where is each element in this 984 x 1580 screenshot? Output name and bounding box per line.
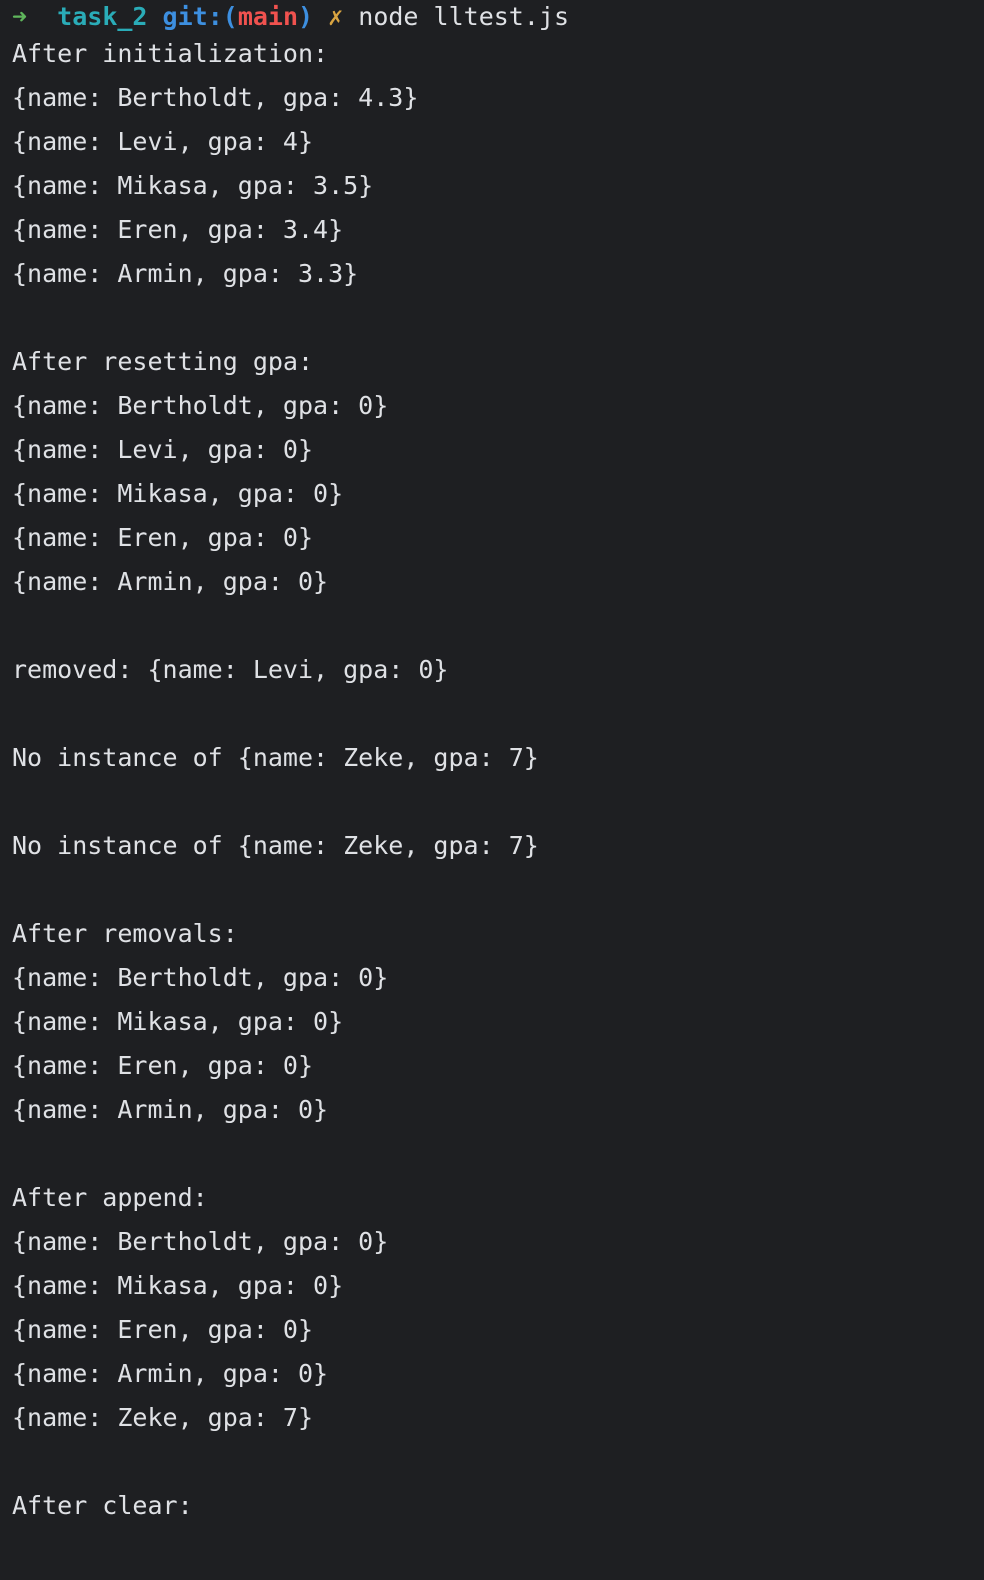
output-line: {name: Bertholdt, gpa: 0} xyxy=(12,963,389,992)
output-line: {name: Bertholdt, gpa: 4.3} xyxy=(12,83,419,112)
output-line: {name: Armin, gpa: 3.3} xyxy=(12,259,359,288)
output-line: {name: Mikasa, gpa: 0} xyxy=(12,479,344,508)
output-line: No instance of {name: Zeke, gpa: 7} xyxy=(12,743,539,772)
output-line: {name: Eren, gpa: 3.4} xyxy=(12,215,344,244)
output-line: No instance of {name: Zeke, gpa: 7} xyxy=(12,831,539,860)
prompt-directory: task_2 xyxy=(57,2,148,31)
output-line: {name: Levi, gpa: 0} xyxy=(12,435,314,464)
git-suffix: ) xyxy=(298,2,314,31)
command-text: node lltest.js xyxy=(358,2,569,31)
output-line: {name: Mikasa, gpa: 0} xyxy=(12,1007,344,1036)
output-line: removed: {name: Levi, gpa: 0} xyxy=(12,655,449,684)
output-line: {name: Armin, gpa: 0} xyxy=(12,1095,329,1124)
output-line: After resetting gpa: xyxy=(12,347,314,376)
output-line: After initialization: xyxy=(12,39,329,68)
output-line: {name: Eren, gpa: 0} xyxy=(12,523,314,552)
output-line: {name: Eren, gpa: 0} xyxy=(12,1051,314,1080)
output-line: {name: Armin, gpa: 0} xyxy=(12,1359,329,1388)
output-line: After clear: xyxy=(12,1491,193,1520)
output-line: After removals: xyxy=(12,919,238,948)
prompt-line: ➜ task_2 git:(main) ✗ node lltest.js xyxy=(12,0,984,36)
output-line: {name: Bertholdt, gpa: 0} xyxy=(12,1227,389,1256)
git-prefix: git:( xyxy=(162,2,238,31)
dirty-marker-icon: ✗ xyxy=(328,2,344,31)
prompt-arrow-icon: ➜ xyxy=(12,2,28,31)
output-line: {name: Mikasa, gpa: 3.5} xyxy=(12,171,374,200)
output-line: {name: Bertholdt, gpa: 0} xyxy=(12,391,389,420)
git-branch: main xyxy=(237,2,299,31)
output-line: After append: xyxy=(12,1183,208,1212)
terminal-output: After initialization: {name: Bertholdt, g… xyxy=(12,36,984,1532)
output-line: {name: Zeke, gpa: 7} xyxy=(12,1403,314,1432)
output-line: {name: Eren, gpa: 0} xyxy=(12,1315,314,1344)
terminal-window[interactable]: ➜ task_2 git:(main) ✗ node lltest.js Aft… xyxy=(0,0,984,1580)
output-line: {name: Armin, gpa: 0} xyxy=(12,567,329,596)
output-line: {name: Levi, gpa: 4} xyxy=(12,127,314,156)
output-line: {name: Mikasa, gpa: 0} xyxy=(12,1271,344,1300)
